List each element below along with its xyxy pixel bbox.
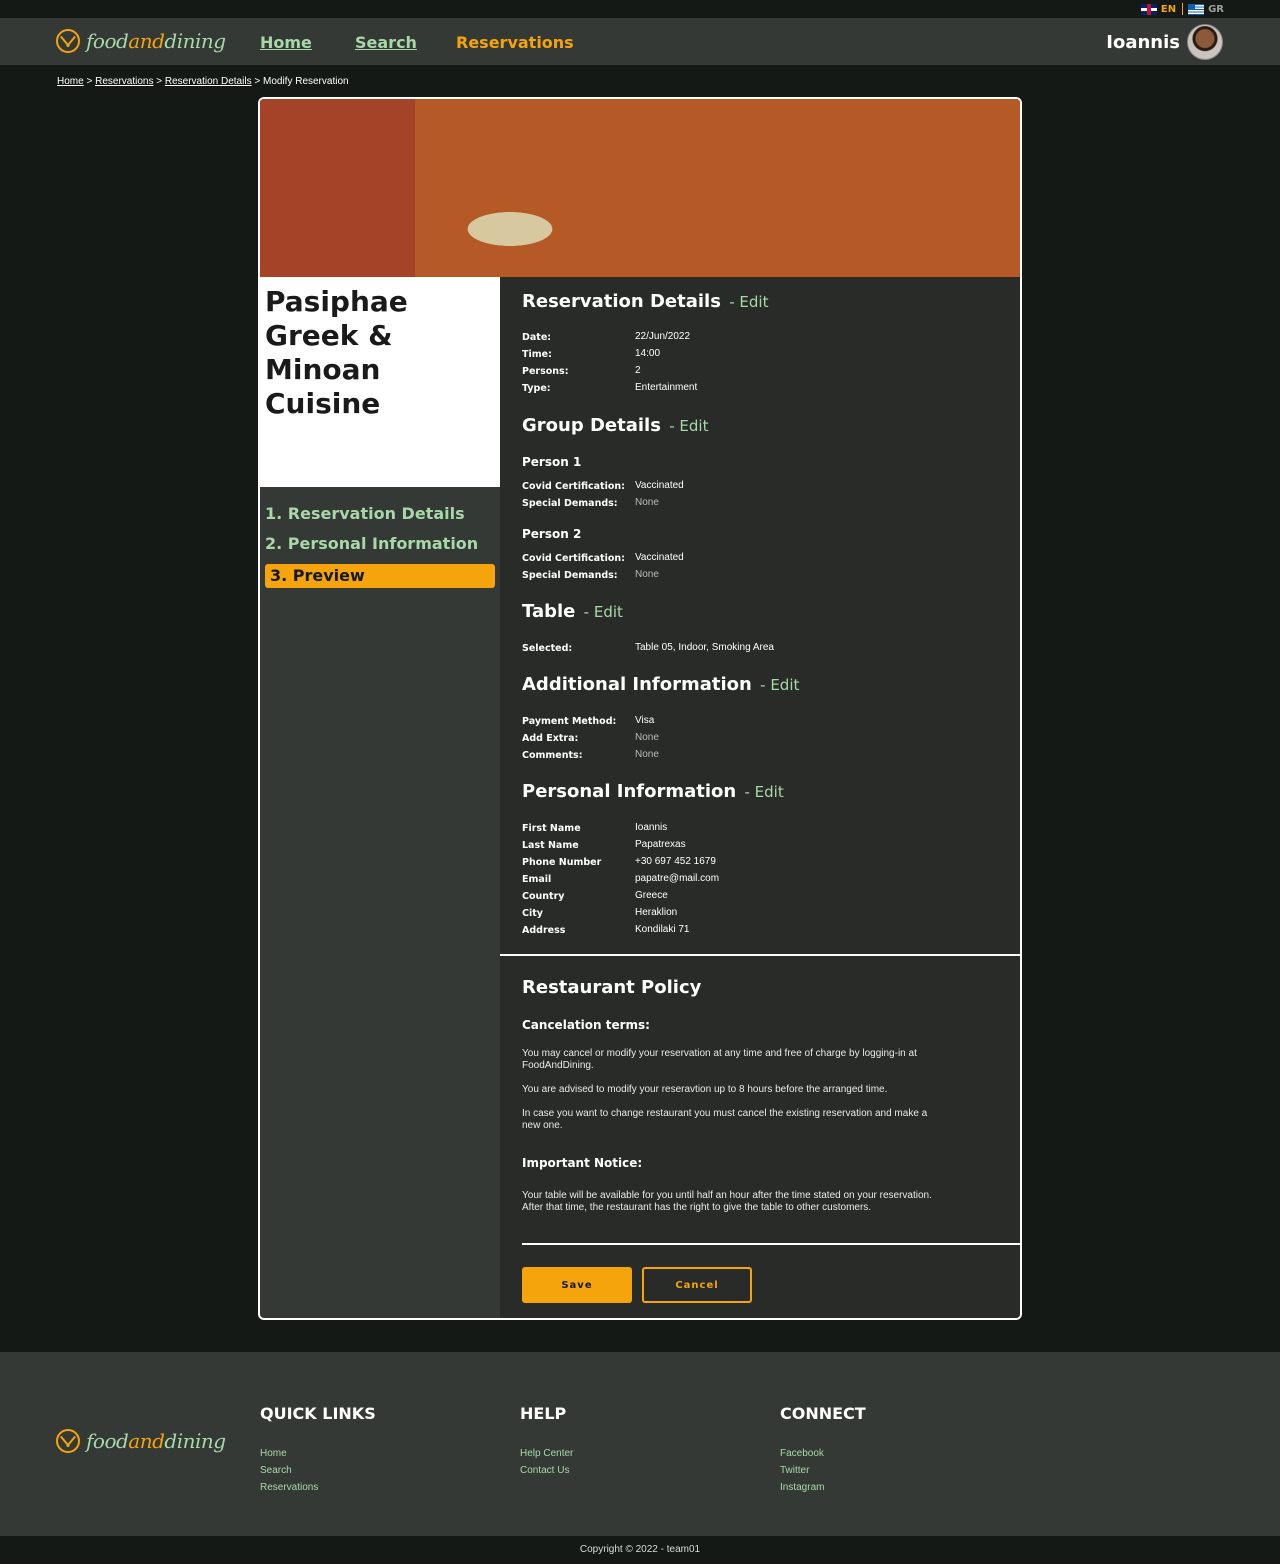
- restaurant-hero-image: [260, 99, 1020, 277]
- step-preview[interactable]: 3. Preview: [265, 564, 495, 588]
- copyright: Copyright © 2022 - team01: [579, 1544, 701, 1555]
- restaurant-title-panel: Pasiphae Greek & Minoan Cuisine: [260, 277, 500, 487]
- footer-connect: CONNECT Facebook Twitter Instagram: [780, 1404, 866, 1496]
- edit-personal-link[interactable]: - Edit: [744, 783, 783, 801]
- user-name[interactable]: Ioannis: [1106, 32, 1180, 53]
- footer-link-twitter[interactable]: Twitter: [780, 1462, 866, 1479]
- lang-gr[interactable]: GR: [1208, 4, 1224, 15]
- footer-link-contact[interactable]: Contact Us: [520, 1462, 573, 1479]
- cancelation-terms-title: Cancelation terms:: [522, 1018, 650, 1032]
- uk-flag-icon[interactable]: [1140, 3, 1157, 15]
- reservation-card: Pasiphae Greek & Minoan Cuisine 1. Reser…: [258, 97, 1022, 1320]
- policy-title: Restaurant Policy: [522, 977, 702, 998]
- save-button[interactable]: Save: [522, 1267, 632, 1303]
- person-1-title: Person 1: [522, 455, 582, 469]
- footer-link-help-center[interactable]: Help Center: [520, 1445, 573, 1462]
- person-2-title: Person 2: [522, 527, 582, 541]
- footer-link-search[interactable]: Search: [260, 1462, 376, 1479]
- table-title: Table - Edit: [522, 601, 623, 622]
- edit-additional-link[interactable]: - Edit: [760, 676, 799, 694]
- footer-link-home[interactable]: Home: [260, 1445, 376, 1462]
- additional-info-title: Additional Information - Edit: [522, 674, 800, 695]
- cancel-button[interactable]: Cancel: [642, 1267, 752, 1303]
- footer-heading: QUICK LINKS: [260, 1404, 376, 1423]
- site-logo[interactable]: foodanddining: [56, 29, 226, 53]
- step-reservation-details[interactable]: 1. Reservation Details: [265, 504, 465, 523]
- edit-table-link[interactable]: - Edit: [584, 603, 623, 621]
- footer: foodanddining QUICK LINKS Home Search Re…: [0, 1352, 1280, 1536]
- logo-text: foodanddining: [86, 1429, 226, 1453]
- nav-home[interactable]: Home: [260, 33, 312, 52]
- footer-quick-links: QUICK LINKS Home Search Reservations: [260, 1404, 376, 1496]
- divider: [500, 954, 1020, 956]
- hero-shade: [260, 99, 415, 277]
- breadcrumb-reservations[interactable]: Reservations: [95, 76, 153, 87]
- edit-reservation-link[interactable]: - Edit: [729, 293, 768, 311]
- breadcrumb-sep: >: [254, 76, 261, 87]
- preview-panel: Reservation Details - Edit Date: 22/Jun/2…: [500, 277, 1020, 1318]
- footer-logo[interactable]: foodanddining: [56, 1429, 226, 1453]
- reservation-details-title: Reservation Details - Edit: [522, 291, 769, 312]
- greek-flag-icon[interactable]: [1188, 3, 1205, 15]
- policy-paragraph: Your table will be available for you unt…: [522, 1190, 932, 1213]
- breadcrumb-home[interactable]: Home: [57, 76, 84, 87]
- nav-search[interactable]: Search: [355, 33, 417, 52]
- lang-divider: [1182, 3, 1184, 15]
- footer-link-instagram[interactable]: Instagram: [780, 1479, 866, 1496]
- footer-link-reservations[interactable]: Reservations: [260, 1479, 376, 1496]
- nav-reservations[interactable]: Reservations: [456, 33, 574, 52]
- logo-text: foodanddining: [86, 29, 226, 53]
- footer-link-facebook[interactable]: Facebook: [780, 1445, 866, 1462]
- group-details-title: Group Details - Edit: [522, 415, 709, 436]
- breadcrumb-current: Modify Reservation: [262, 76, 349, 87]
- avatar[interactable]: [1187, 24, 1223, 60]
- breadcrumb-sep: >: [156, 76, 163, 87]
- breadcrumb: Home > Reservations > Reservation Detail…: [57, 76, 349, 87]
- policy-paragraph: In case you want to change restaurant yo…: [522, 1108, 928, 1131]
- fork-knife-logo-icon: [56, 1429, 80, 1453]
- top-strip: EN GR: [0, 0, 1280, 18]
- policy-paragraph: You are advised to modify your reseravti…: [522, 1084, 888, 1095]
- personal-info-title: Personal Information - Edit: [522, 781, 784, 802]
- step-personal-information[interactable]: 2. Personal Information: [265, 534, 478, 553]
- divider: [522, 1243, 1020, 1245]
- lang-en[interactable]: EN: [1161, 4, 1176, 15]
- footer-help: HELP Help Center Contact Us: [520, 1404, 573, 1479]
- edit-group-link[interactable]: - Edit: [669, 417, 708, 435]
- policy-paragraph: You may cancel or modify your reservatio…: [522, 1048, 917, 1071]
- breadcrumb-sep: >: [86, 76, 93, 87]
- navbar: foodanddining Home Search Reservations I…: [0, 18, 1280, 65]
- language-switcher: EN GR: [1140, 3, 1224, 15]
- restaurant-name: Pasiphae Greek & Minoan Cuisine: [265, 285, 408, 420]
- footer-heading: CONNECT: [780, 1404, 866, 1423]
- footer-heading: HELP: [520, 1404, 567, 1423]
- breadcrumb-details[interactable]: Reservation Details: [165, 76, 252, 87]
- important-notice-title: Important Notice:: [522, 1156, 643, 1170]
- fork-knife-logo-icon: [56, 29, 80, 53]
